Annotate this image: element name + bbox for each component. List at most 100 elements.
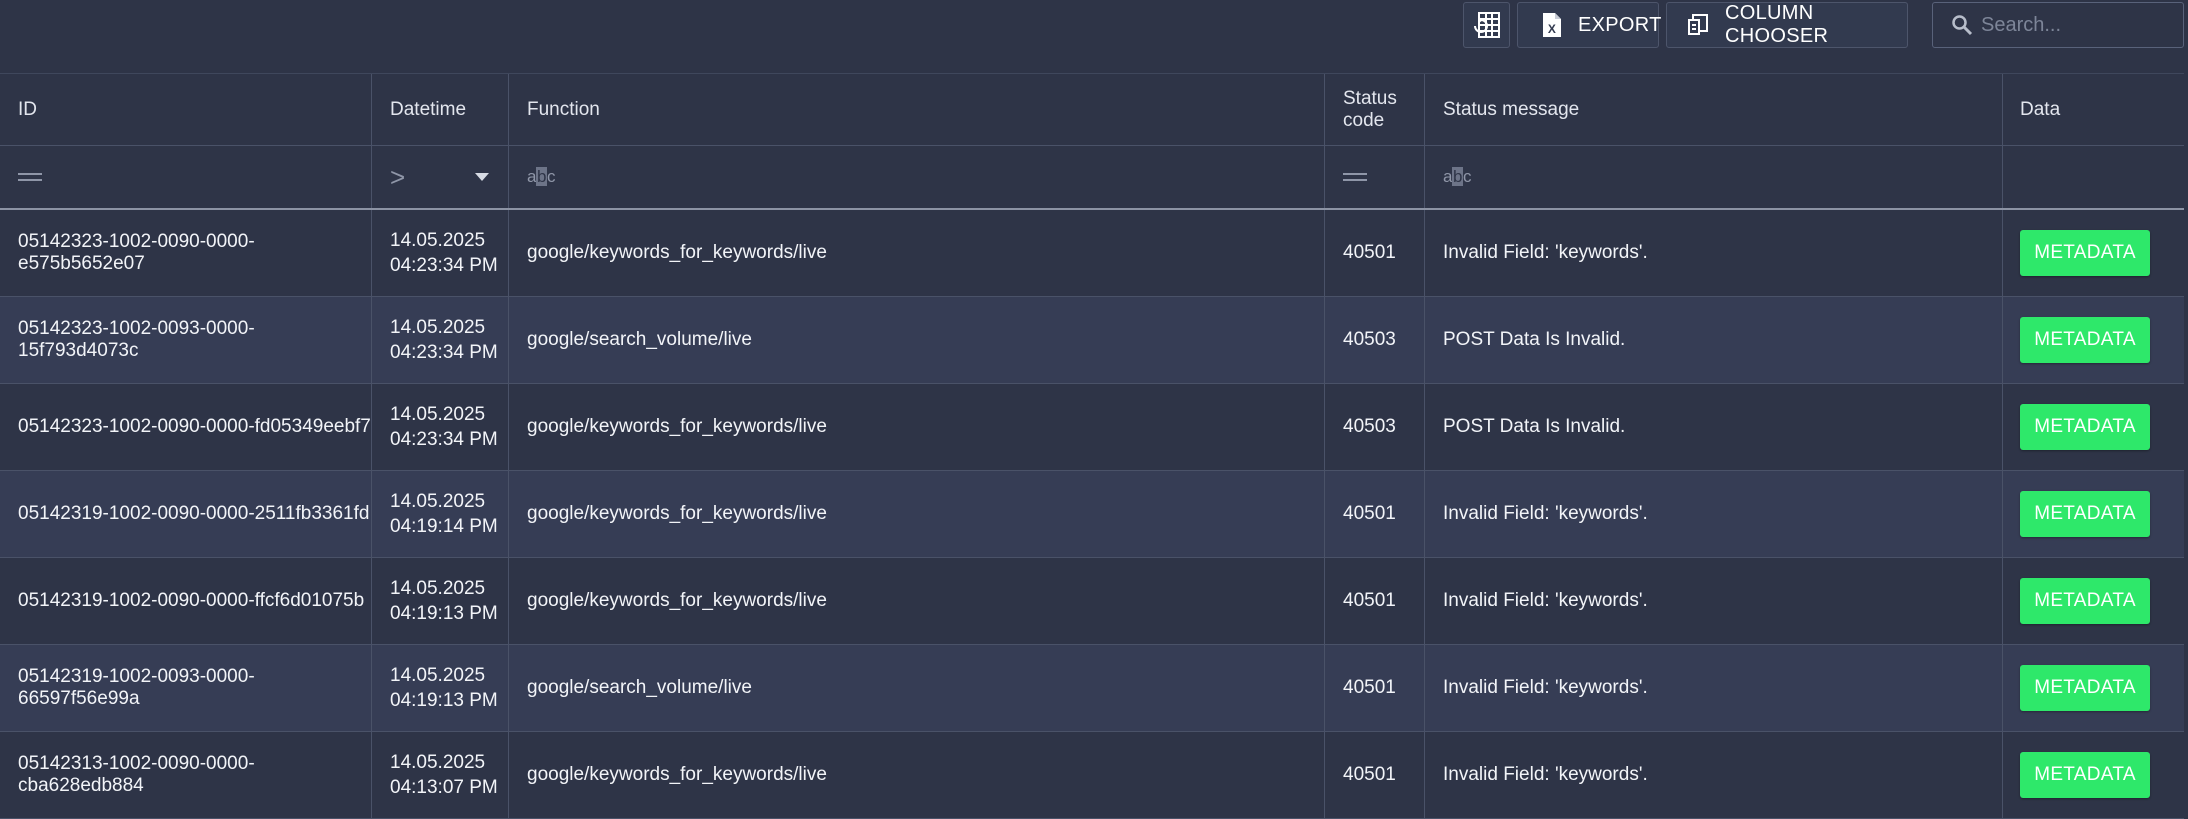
table-row[interactable]: 05142313-1002-0090-0000-cba628edb884 14.… (0, 732, 2184, 819)
filter-cell-id[interactable] (0, 146, 372, 208)
status-code-cell: 40501 (1325, 645, 1425, 731)
table-grid-button[interactable] (1463, 2, 1510, 48)
column-header-status-code-label: Status code (1343, 87, 1397, 131)
id-cell: 05142323-1002-0090-0000-fd05349eebf7 (0, 384, 372, 470)
equals-icon[interactable] (1343, 173, 1367, 181)
greater-than-icon[interactable]: > (390, 162, 405, 193)
data-cell: METADATA (2003, 384, 2184, 470)
row-time: 04:23:34 PM (390, 255, 498, 276)
function-cell: google/search_volume/live (509, 645, 1325, 731)
text-filter-icon[interactable]: abc (1443, 167, 1471, 187)
column-header-data-label: Data (2020, 98, 2061, 120)
metadata-button[interactable]: METADATA (2020, 404, 2150, 450)
row-id: 05142319-1002-0093-0000-66597f56e99a (18, 666, 255, 709)
column-chooser-icon (1687, 14, 1709, 36)
row-function: google/search_volume/live (527, 329, 752, 350)
metadata-button[interactable]: METADATA (2020, 230, 2150, 276)
filter-cell-datetime[interactable]: > (372, 146, 509, 208)
datetime-text: 14.05.2025 04:19:13 PM (390, 663, 498, 713)
metadata-button[interactable]: METADATA (2020, 578, 2150, 624)
metadata-button[interactable]: METADATA (2020, 752, 2150, 798)
metadata-button[interactable]: METADATA (2020, 665, 2150, 711)
row-function: google/keywords_for_keywords/live (527, 764, 827, 785)
table-row[interactable]: 05142319-1002-0093-0000-66597f56e99a 14.… (0, 645, 2184, 732)
row-time: 04:23:34 PM (390, 429, 498, 450)
function-cell: google/search_volume/live (509, 297, 1325, 383)
filter-row: > abc abc (0, 146, 2184, 210)
row-date: 14.05.2025 (390, 665, 486, 686)
status-message-cell: Invalid Field: 'keywords'. (1425, 471, 2003, 557)
id-cell: 05142323-1002-0093-0000-15f793d4073c (0, 297, 372, 383)
row-function: google/keywords_for_keywords/live (527, 416, 827, 437)
table-row[interactable]: 05142323-1002-0090-0000-fd05349eebf7 14.… (0, 384, 2184, 471)
datetime-cell: 14.05.2025 04:23:34 PM (372, 384, 509, 470)
table-grid-icon (1472, 10, 1502, 40)
status-code-cell: 40503 (1325, 384, 1425, 470)
table-row[interactable]: 05142323-1002-0090-0000-e575b5652e07 14.… (0, 210, 2184, 297)
export-label: EXPORT (1578, 13, 1662, 36)
column-header-status-message[interactable]: Status message (1425, 74, 2003, 145)
table-body: 05142323-1002-0090-0000-e575b5652e07 14.… (0, 210, 2184, 819)
filter-cell-data (2003, 146, 2184, 208)
table-row[interactable]: 05142319-1002-0090-0000-ffcf6d01075b 14.… (0, 558, 2184, 645)
row-time: 04:19:13 PM (390, 603, 498, 624)
status-message-cell: Invalid Field: 'keywords'. (1425, 645, 2003, 731)
text-filter-icon[interactable]: abc (527, 167, 555, 187)
chevron-down-icon[interactable] (475, 173, 490, 181)
datetime-cell: 14.05.2025 04:13:07 PM (372, 732, 509, 818)
header-row: ID Datetime Function Status code Status … (0, 73, 2184, 146)
column-header-datetime-label: Datetime (390, 98, 467, 120)
row-time: 04:19:14 PM (390, 516, 498, 537)
row-status-code: 40501 (1343, 677, 1396, 698)
column-header-datetime[interactable]: Datetime (372, 74, 509, 145)
row-id: 05142313-1002-0090-0000-cba628edb884 (18, 753, 255, 796)
row-status-code: 40501 (1343, 242, 1396, 263)
status-code-cell: 40501 (1325, 558, 1425, 644)
datetime-text: 14.05.2025 04:19:14 PM (390, 489, 498, 539)
column-header-id[interactable]: ID (0, 74, 372, 145)
row-status-message: POST Data Is Invalid. (1443, 416, 1626, 437)
row-status-code: 40501 (1343, 590, 1396, 611)
row-date: 14.05.2025 (390, 578, 486, 599)
export-button[interactable]: X EXPORT (1517, 2, 1662, 48)
table-row[interactable]: 05142323-1002-0093-0000-15f793d4073c 14.… (0, 297, 2184, 384)
filter-cell-status-code[interactable] (1325, 146, 1425, 208)
id-cell: 05142319-1002-0090-0000-2511fb3361fd (0, 471, 372, 557)
row-status-message: Invalid Field: 'keywords'. (1443, 242, 1648, 263)
datetime-cell: 14.05.2025 04:19:13 PM (372, 558, 509, 644)
column-header-status-code[interactable]: Status code (1325, 74, 1425, 145)
column-header-function[interactable]: Function (509, 74, 1325, 145)
row-time: 04:23:34 PM (390, 342, 498, 363)
row-status-message: Invalid Field: 'keywords'. (1443, 503, 1648, 524)
status-message-cell: Invalid Field: 'keywords'. (1425, 732, 2003, 818)
column-header-data[interactable]: Data (2003, 74, 2184, 145)
metadata-button[interactable]: METADATA (2020, 491, 2150, 537)
column-chooser-button[interactable]: COLUMN CHOOSER (1666, 2, 1908, 48)
search-input[interactable] (1979, 12, 2173, 38)
filter-cell-status-message[interactable]: abc (1425, 146, 2003, 208)
datetime-cell: 14.05.2025 04:23:34 PM (372, 210, 509, 296)
data-cell: METADATA (2003, 297, 2184, 383)
table-row[interactable]: 05142319-1002-0090-0000-2511fb3361fd 14.… (0, 471, 2184, 558)
datetime-text: 14.05.2025 04:19:13 PM (390, 576, 498, 626)
filter-cell-function[interactable]: abc (509, 146, 1325, 208)
column-header-status-message-label: Status message (1443, 98, 1580, 120)
datetime-cell: 14.05.2025 04:19:13 PM (372, 645, 509, 731)
data-cell: METADATA (2003, 210, 2184, 296)
status-message-cell: POST Data Is Invalid. (1425, 297, 2003, 383)
data-grid: ID Datetime Function Status code Status … (0, 73, 2184, 819)
datetime-text: 14.05.2025 04:23:34 PM (390, 228, 498, 278)
metadata-button[interactable]: METADATA (2020, 317, 2150, 363)
datetime-text: 14.05.2025 04:13:07 PM (390, 750, 498, 800)
grid-toolbar: X EXPORT COLUMN CHOOSER (0, 0, 2188, 73)
equals-icon[interactable] (18, 173, 42, 181)
row-date: 14.05.2025 (390, 317, 486, 338)
row-date: 14.05.2025 (390, 752, 486, 773)
row-function: google/keywords_for_keywords/live (527, 242, 827, 263)
data-cell: METADATA (2003, 645, 2184, 731)
row-id: 05142319-1002-0090-0000-2511fb3361fd (18, 503, 370, 524)
status-code-cell: 40503 (1325, 297, 1425, 383)
datetime-cell: 14.05.2025 04:19:14 PM (372, 471, 509, 557)
search-box[interactable] (1932, 2, 2184, 48)
row-status-message: Invalid Field: 'keywords'. (1443, 677, 1648, 698)
